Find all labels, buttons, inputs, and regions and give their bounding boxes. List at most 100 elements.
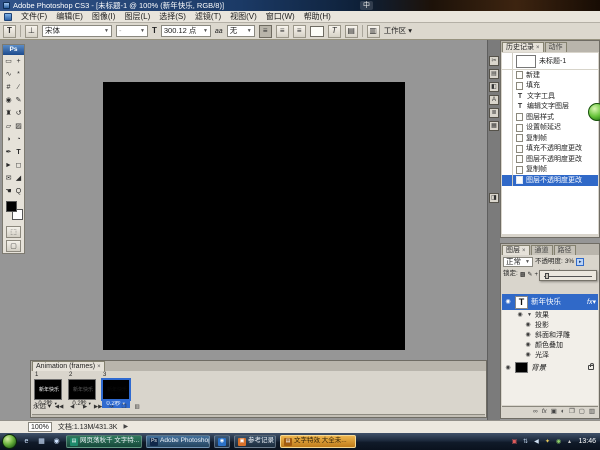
status-arrow-icon[interactable]: ▶ <box>123 424 128 430</box>
history-item[interactable]: 复制帧 <box>502 165 598 176</box>
duplicate-frame-button[interactable]: ❐ <box>119 403 129 412</box>
magic-wand-tool-icon[interactable]: * <box>14 68 24 81</box>
tray-volume-icon[interactable]: ◀ <box>532 438 540 446</box>
close-icon[interactable]: × <box>536 45 540 51</box>
dock-panel-icon-3[interactable]: ◧ <box>489 82 499 92</box>
tab-actions[interactable]: 动作 <box>545 42 567 52</box>
link-layers-icon[interactable]: ∞ <box>533 409 538 416</box>
menu-view[interactable]: 视图(V) <box>230 13 257 21</box>
play-button[interactable]: ▶ <box>80 403 90 412</box>
toggle-palettes-icon[interactable]: ▤ <box>345 25 358 38</box>
menu-select[interactable]: 选择(S) <box>159 13 186 21</box>
history-item[interactable]: 图层样式 <box>502 112 598 123</box>
workspace-dropdown[interactable]: 工作区 ▾ <box>384 27 412 35</box>
quick-launch-browser-icon[interactable]: e <box>21 436 32 447</box>
align-right-icon[interactable]: ≡ <box>293 25 306 38</box>
delete-frame-button[interactable]: ▥ <box>132 403 142 412</box>
font-style-select[interactable]: -▼ <box>116 25 148 37</box>
quick-launch-desktop-icon[interactable]: ▦ <box>36 436 47 447</box>
tab-layers[interactable]: 图层 × <box>502 245 530 255</box>
taskbar-clock[interactable]: 13:46 <box>576 438 596 445</box>
blend-mode-select[interactable]: 正常▼ <box>503 257 533 267</box>
dock-panel-icon-7[interactable]: ◨ <box>489 193 499 203</box>
layer-fx-badge[interactable]: fx▾ <box>587 299 596 306</box>
shape-tool-icon[interactable]: ◻ <box>14 159 24 172</box>
lock-image-pixels-icon[interactable]: ✎ <box>527 272 532 278</box>
move-tool-icon[interactable]: + <box>14 55 24 68</box>
text-color-swatch[interactable] <box>310 26 324 37</box>
hand-tool-icon[interactable]: ☚ <box>4 185 14 198</box>
canvas[interactable] <box>103 82 405 350</box>
start-button[interactable] <box>2 434 17 449</box>
rectangular-marquee-tool-icon[interactable]: ▭ <box>4 55 14 68</box>
effects-header-row[interactable]: ◉ ▼ 效果 <box>502 310 598 320</box>
menu-file[interactable]: 文件(F) <box>21 13 47 21</box>
visibility-eye-icon[interactable]: ◉ <box>524 332 532 338</box>
taskbar-task-photoshop[interactable]: Ps Adobe Photoshop... <box>146 435 210 448</box>
tray-eject-icon[interactable]: ▴ <box>565 438 573 446</box>
history-item[interactable]: 填充 <box>502 81 598 92</box>
menu-window[interactable]: 窗口(W) <box>266 13 295 21</box>
type-tool-preset-icon[interactable]: T <box>3 25 16 38</box>
lock-transparent-pixels-icon[interactable]: ▩ <box>520 272 526 278</box>
frame-thumbnail[interactable]: 新年快乐 <box>34 379 62 400</box>
visibility-eye-icon[interactable]: ◉ <box>524 342 532 348</box>
dock-panel-icon-1[interactable]: ✂ <box>489 56 499 66</box>
gradient-tool-icon[interactable]: ▨ <box>14 120 24 133</box>
align-center-icon[interactable]: ≡ <box>276 25 289 38</box>
tray-security-icon[interactable]: ▣ <box>510 438 518 446</box>
history-snapshot[interactable]: 未标题-1 <box>502 53 598 70</box>
visibility-eye-icon[interactable]: ◉ <box>524 322 532 328</box>
quick-launch-player-icon[interactable]: ◉ <box>51 436 62 447</box>
dock-panel-icon-5[interactable]: ≣ <box>489 108 499 118</box>
healing-brush-tool-icon[interactable]: ◉ <box>4 94 14 107</box>
tray-ime-icon[interactable]: ✦ <box>543 438 551 446</box>
history-item[interactable]: T文字工具 <box>502 91 598 102</box>
new-layer-icon[interactable]: ▢ <box>579 409 585 416</box>
taskbar-task-4[interactable]: ▣ 参考记录 <box>234 435 276 448</box>
prev-frame-button[interactable]: ◀ <box>67 403 77 412</box>
menu-edit[interactable]: 编辑(E) <box>56 13 83 21</box>
warp-text-icon[interactable]: T <box>328 25 341 38</box>
layer-name[interactable]: 背景 <box>531 364 546 372</box>
history-item-selected[interactable]: 图层不透明度更改 <box>502 175 598 186</box>
frame-thumbnail[interactable]: 新年快乐 <box>102 379 130 400</box>
tray-network-icon[interactable]: ⇅ <box>521 438 529 446</box>
effect-row-satin[interactable]: ◉ 光泽 <box>502 350 598 360</box>
menu-help[interactable]: 帮助(H) <box>304 13 331 21</box>
visibility-eye-icon[interactable]: ◉ <box>504 365 512 371</box>
layer-style-icon[interactable]: fx <box>542 409 547 416</box>
menu-layer[interactable]: 图层(L) <box>124 13 150 21</box>
clone-stamp-tool-icon[interactable]: ♜ <box>4 107 14 120</box>
crop-tool-icon[interactable]: # <box>4 81 14 94</box>
adjustment-layer-icon[interactable]: ◐ <box>561 409 565 416</box>
history-item[interactable]: 填充不透明度更改 <box>502 144 598 155</box>
tween-button[interactable]: ↝ <box>106 403 116 412</box>
path-selection-tool-icon[interactable]: ► <box>4 159 14 172</box>
dock-panel-icon-4[interactable]: A <box>489 95 499 105</box>
blur-tool-icon[interactable]: ◑ <box>4 133 14 146</box>
type-tool-icon[interactable]: T <box>14 146 24 159</box>
visibility-eye-icon[interactable]: ◉ <box>524 352 532 358</box>
close-icon[interactable]: × <box>97 364 101 370</box>
brush-tool-icon[interactable]: ✎ <box>14 94 24 107</box>
ime-bar[interactable]: 中 <box>360 1 373 10</box>
snapshot-thumbnail[interactable] <box>516 55 536 68</box>
chevron-down-icon[interactable]: ▼ <box>527 313 532 318</box>
tab-animation[interactable]: Animation (frames) × <box>32 361 105 371</box>
font-family-select[interactable]: 宋体▼ <box>42 25 112 37</box>
history-item[interactable]: T编辑文字图层 <box>502 102 598 113</box>
effect-row-drop-shadow[interactable]: ◉ 投影 <box>502 320 598 330</box>
effect-row-bevel-emboss[interactable]: ◉ 斜面和浮雕 <box>502 330 598 340</box>
frame-thumbnail[interactable]: 新年快乐 <box>68 379 96 400</box>
dodge-tool-icon[interactable]: ◔ <box>14 133 24 146</box>
animation-scrollbar[interactable] <box>32 414 485 417</box>
tab-channels[interactable]: 通道 <box>531 245 553 255</box>
eraser-tool-icon[interactable]: ▱ <box>4 120 14 133</box>
anti-alias-select[interactable]: 无▼ <box>227 25 255 37</box>
taskbar-task-1[interactable]: ▤ 网页荡秋千 文字特... <box>66 435 142 448</box>
tray-update-icon[interactable]: ◉ <box>554 438 562 446</box>
history-brush-tool-icon[interactable]: ↺ <box>14 107 24 120</box>
taskbar-task-5-active[interactable]: ▤ 文字特效 大全未... <box>280 435 356 448</box>
layer-row-text[interactable]: ◉ T 新年快乐 fx▾ <box>502 294 598 310</box>
